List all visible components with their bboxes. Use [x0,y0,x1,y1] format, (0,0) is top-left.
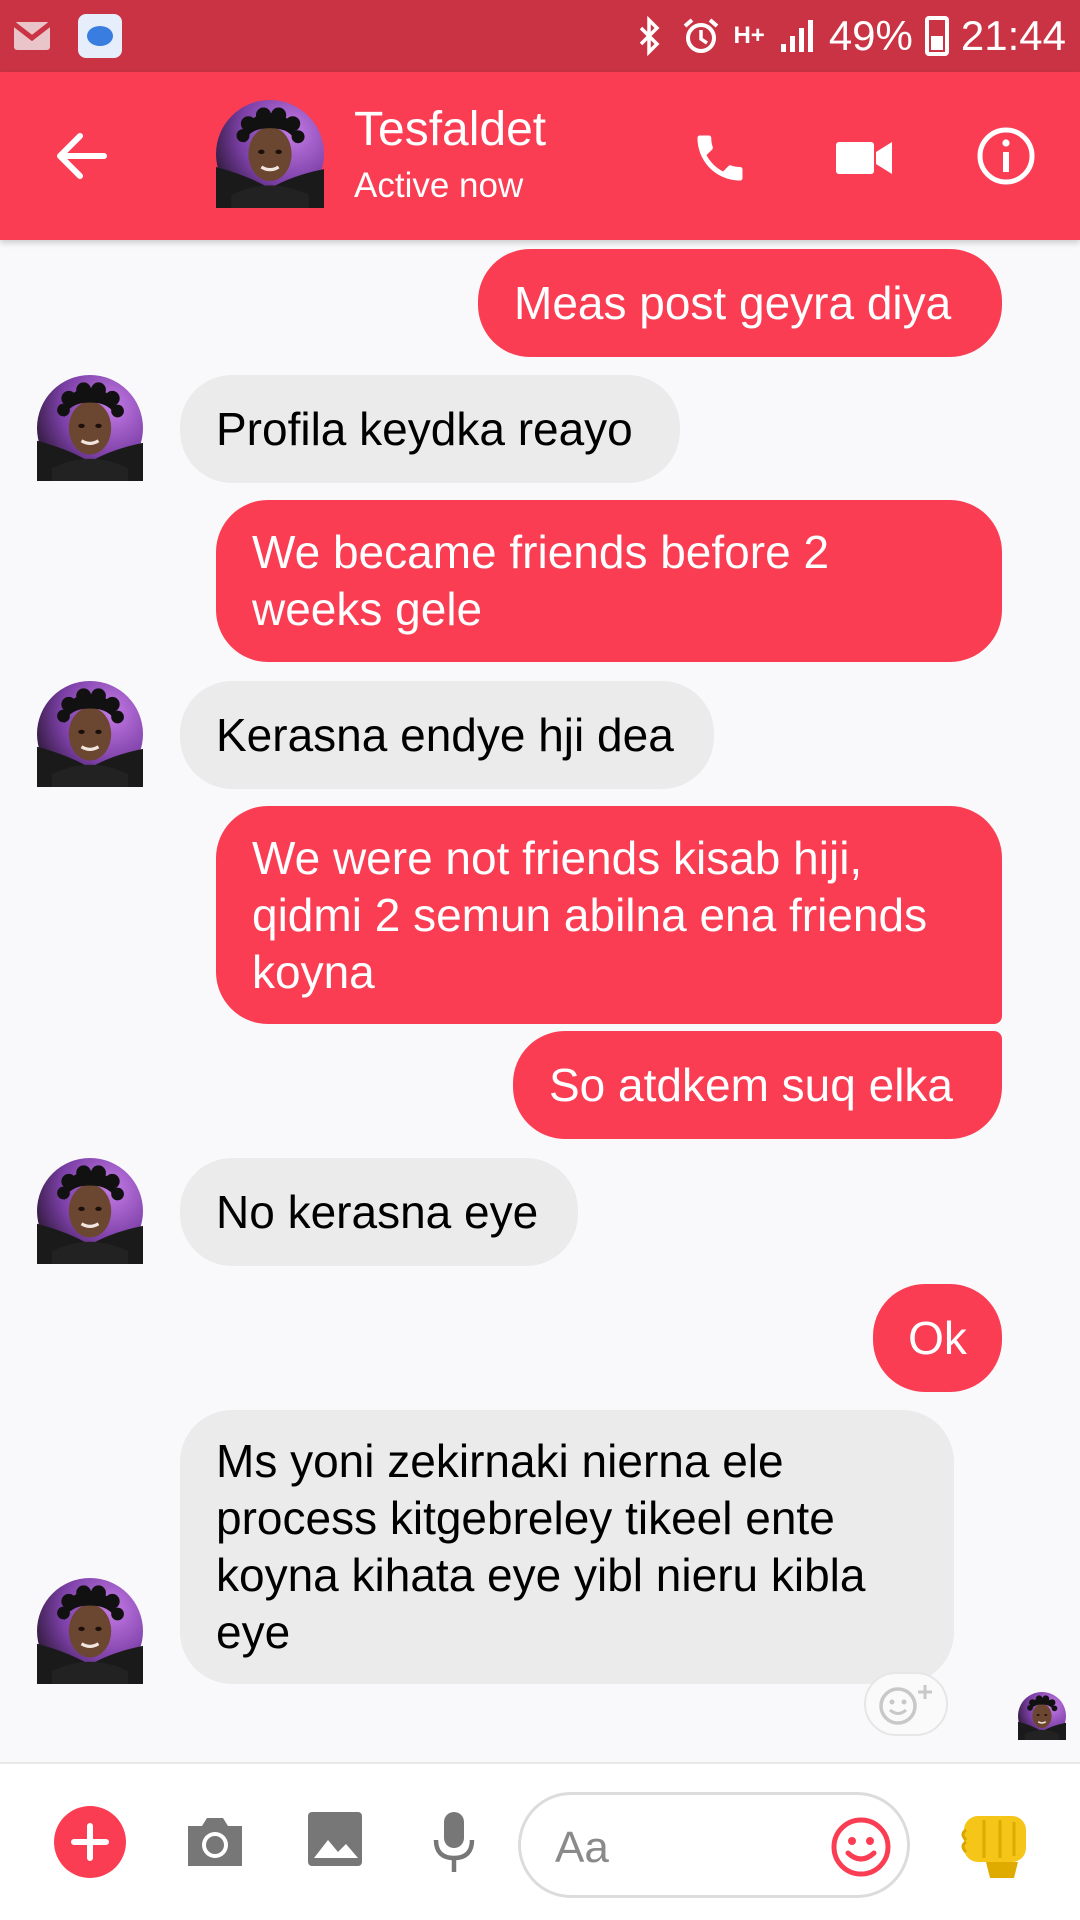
emoji-icon[interactable] [829,1815,893,1879]
avatar[interactable] [37,1578,143,1684]
video-camera-icon[interactable] [834,130,894,186]
microphone-icon[interactable] [432,1810,476,1874]
gmail-icon [12,22,52,50]
battery-percentage: 49% [828,12,913,59]
outgoing-message[interactable]: We became friends before 2 weeks gele [216,500,1002,662]
message-input[interactable]: Aa [518,1792,910,1898]
outgoing-message[interactable]: We were not friends kisab hiji, qidmi 2 … [216,806,1002,1024]
add-reaction-icon [879,1685,932,1725]
status-bar: H+ 49% 21:44 [0,0,1080,72]
battery-icon [924,16,949,56]
gallery-icon[interactable] [306,1810,364,1868]
input-placeholder: Aa [555,1823,609,1872]
network-type: H+ [733,22,765,49]
avatar[interactable] [37,1158,143,1264]
more-actions-button[interactable] [54,1806,126,1878]
plus-icon [71,1823,109,1861]
avatar[interactable] [216,100,324,208]
alarm-icon [684,18,719,53]
seen-receipt-avatar [1018,1692,1066,1740]
bluetooth-icon [640,16,660,56]
avatar[interactable] [37,375,143,481]
add-reaction-button[interactable] [864,1672,948,1736]
back-arrow-icon[interactable] [54,128,110,184]
camera-icon[interactable] [184,1812,246,1870]
avatar[interactable] [37,681,143,787]
contact-name[interactable]: Tesfaldet [354,102,546,157]
incoming-message[interactable]: Ms yoni zekirnaki nierna ele process kit… [180,1410,954,1684]
message-composer: Aa [0,1762,1080,1920]
phone-icon[interactable] [690,128,750,188]
contact-status: Active now [354,166,524,205]
outgoing-message[interactable]: Meas post geyra diya [478,249,1002,357]
thumbs-up-icon[interactable] [956,1806,1032,1882]
conversation-header: Tesfaldet Active now [0,72,1080,240]
incoming-message[interactable]: Kerasna endye hji dea [180,681,714,789]
messages-app-icon [78,14,122,58]
signal-icon [780,20,813,52]
outgoing-message[interactable]: Ok [873,1284,1002,1392]
incoming-message[interactable]: No kerasna eye [180,1158,578,1266]
info-icon[interactable] [976,126,1036,186]
clock: 21:44 [960,12,1066,59]
outgoing-message[interactable]: So atdkem suq elka [513,1031,1002,1139]
incoming-message[interactable]: Profila keydka reayo [180,375,680,483]
